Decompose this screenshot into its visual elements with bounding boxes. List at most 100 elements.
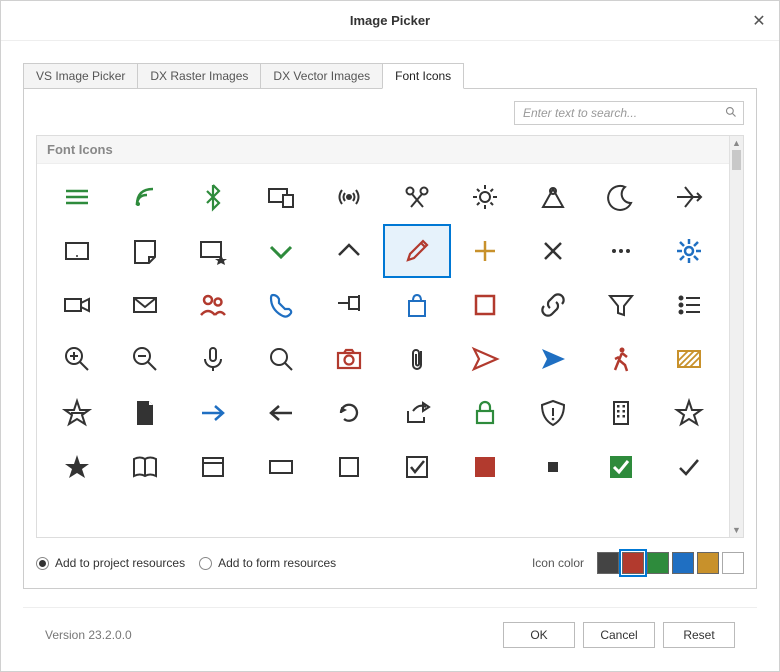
- icon-check-fill[interactable]: [587, 440, 655, 494]
- icon-mail[interactable]: [111, 278, 179, 332]
- footer: Version 23.2.0.0 OK Cancel Reset: [23, 607, 757, 661]
- search-box[interactable]: [514, 101, 744, 125]
- scrollbar[interactable]: ▲ ▼: [729, 136, 743, 537]
- radio-project-resources[interactable]: Add to project resources: [36, 556, 185, 570]
- icon-zoom-out[interactable]: [111, 332, 179, 386]
- icon-arrow-left[interactable]: [247, 386, 315, 440]
- icon-brightness[interactable]: [451, 170, 519, 224]
- scroll-up-arrow[interactable]: ▲: [730, 136, 743, 150]
- close-button[interactable]: ✕: [739, 1, 779, 41]
- icon-square-fill[interactable]: [451, 440, 519, 494]
- icon-search[interactable]: [247, 332, 315, 386]
- icon-gear[interactable]: [655, 224, 723, 278]
- icon-bars[interactable]: [43, 170, 111, 224]
- icon-phone[interactable]: [247, 278, 315, 332]
- icon-zoom-in[interactable]: [43, 332, 111, 386]
- icon-send-fill[interactable]: [519, 332, 587, 386]
- icon-attachment[interactable]: [383, 332, 451, 386]
- ok-button[interactable]: OK: [503, 622, 575, 648]
- search-icon: [725, 106, 737, 121]
- icon-map-point[interactable]: [519, 170, 587, 224]
- icon-bluetooth[interactable]: [179, 170, 247, 224]
- icon-share[interactable]: [383, 386, 451, 440]
- scroll-thumb[interactable]: [732, 150, 741, 170]
- icon-people[interactable]: [179, 278, 247, 332]
- icon-chevron-down[interactable]: [247, 224, 315, 278]
- scroll-down-arrow[interactable]: ▼: [730, 523, 743, 537]
- icon-chevron-up[interactable]: [315, 224, 383, 278]
- tab-font-icons[interactable]: Font Icons: [382, 63, 464, 89]
- icon-moon[interactable]: [587, 170, 655, 224]
- icon-check[interactable]: [655, 440, 723, 494]
- tab-strip: VS Image Picker DX Raster Images DX Vect…: [23, 63, 757, 89]
- icon-stop[interactable]: [519, 440, 587, 494]
- cancel-button[interactable]: Cancel: [583, 622, 655, 648]
- icon-star-outline[interactable]: [655, 386, 723, 440]
- icon-document[interactable]: [111, 386, 179, 440]
- radio-form-resources[interactable]: Add to form resources: [199, 556, 336, 570]
- icon-close[interactable]: [519, 224, 587, 278]
- swatch-green[interactable]: [647, 552, 669, 574]
- icon-book[interactable]: [111, 440, 179, 494]
- icon-arrow-right[interactable]: [179, 386, 247, 440]
- icon-list: Font Icons: [36, 135, 744, 538]
- tab-vs-image-picker[interactable]: VS Image Picker: [23, 63, 138, 89]
- icon-shopping-bag[interactable]: [383, 278, 451, 332]
- window-title: Image Picker: [1, 13, 779, 28]
- icon-rectangle-wide[interactable]: [247, 440, 315, 494]
- icon-star-half[interactable]: [43, 386, 111, 440]
- icon-wifi[interactable]: [111, 170, 179, 224]
- icon-shield-warning[interactable]: [519, 386, 587, 440]
- icon-microphone[interactable]: [179, 332, 247, 386]
- icon-airplane[interactable]: [655, 170, 723, 224]
- icon-grid: [37, 164, 729, 500]
- icon-funnel[interactable]: [587, 278, 655, 332]
- icon-window[interactable]: [179, 440, 247, 494]
- icon-favorite-tablet[interactable]: [179, 224, 247, 278]
- icon-checkbox[interactable]: [383, 440, 451, 494]
- radio-form-label: Add to form resources: [218, 556, 336, 570]
- icon-walk[interactable]: [587, 332, 655, 386]
- icon-lock[interactable]: [451, 386, 519, 440]
- icon-link[interactable]: [519, 278, 587, 332]
- icon-list-numbered[interactable]: [655, 278, 723, 332]
- icon-pin[interactable]: [315, 278, 383, 332]
- icon-broadcast[interactable]: [315, 170, 383, 224]
- tab-dx-raster-images[interactable]: DX Raster Images: [137, 63, 261, 89]
- icon-pencil[interactable]: [383, 224, 451, 278]
- icon-hatched[interactable]: [655, 332, 723, 386]
- tab-dx-vector-images[interactable]: DX Vector Images: [260, 63, 383, 89]
- icon-note[interactable]: [111, 224, 179, 278]
- radio-project-label: Add to project resources: [55, 556, 185, 570]
- icon-cut[interactable]: [383, 170, 451, 224]
- icon-tablet[interactable]: [43, 224, 111, 278]
- swatch-white[interactable]: [722, 552, 744, 574]
- icon-color-label: Icon color: [532, 556, 584, 570]
- icon-square[interactable]: [451, 278, 519, 332]
- radio-dot-icon: [199, 557, 212, 570]
- swatch-red[interactable]: [622, 552, 644, 574]
- group-header: Font Icons: [37, 136, 729, 164]
- titlebar: Image Picker ✕: [1, 1, 779, 41]
- swatch-dark[interactable]: [597, 552, 619, 574]
- search-row: [36, 101, 744, 125]
- color-section: Icon color: [532, 552, 744, 574]
- options-row: Add to project resources Add to form res…: [36, 550, 744, 576]
- icon-refresh[interactable]: [315, 386, 383, 440]
- icon-devices[interactable]: [247, 170, 315, 224]
- icon-star-fill[interactable]: [43, 440, 111, 494]
- icon-send-outline[interactable]: [451, 332, 519, 386]
- search-input[interactable]: [521, 105, 725, 121]
- swatch-orange[interactable]: [697, 552, 719, 574]
- icon-more[interactable]: [587, 224, 655, 278]
- version-label: Version 23.2.0.0: [45, 628, 132, 642]
- swatch-blue[interactable]: [672, 552, 694, 574]
- reset-button[interactable]: Reset: [663, 622, 735, 648]
- icon-plus[interactable]: [451, 224, 519, 278]
- icon-building[interactable]: [587, 386, 655, 440]
- icon-video[interactable]: [43, 278, 111, 332]
- icon-camera[interactable]: [315, 332, 383, 386]
- footer-buttons: OK Cancel Reset: [503, 622, 735, 648]
- icon-square-outline[interactable]: [315, 440, 383, 494]
- dialog-body: VS Image Picker DX Raster Images DX Vect…: [1, 41, 779, 671]
